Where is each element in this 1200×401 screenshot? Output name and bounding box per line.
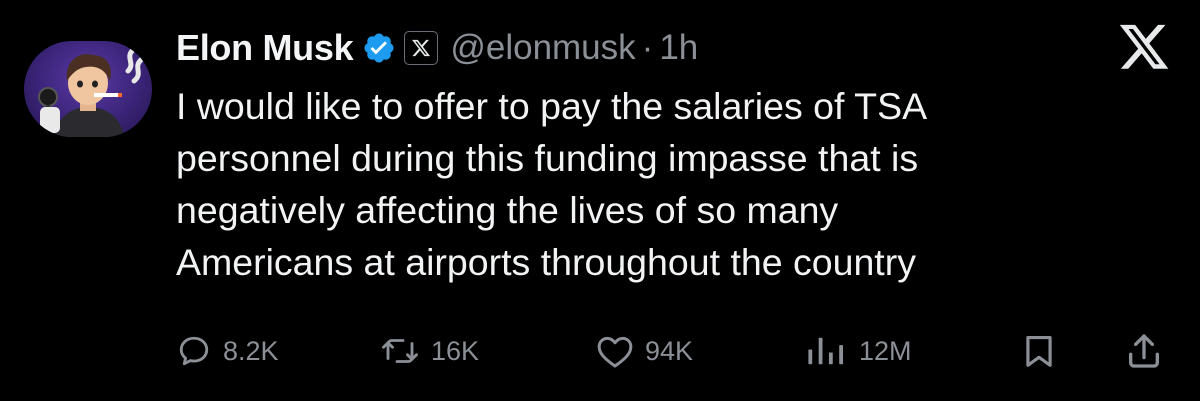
bookmark-button[interactable] [1020, 325, 1058, 377]
like-button[interactable]: 94K [596, 325, 693, 377]
tweet-text-line: negatively affecting the lives of so man… [176, 189, 839, 231]
author-handle[interactable]: @elonmusk [450, 28, 635, 68]
tweet-text-line: personnel during this funding impasse th… [176, 137, 919, 179]
views-count: 12M [859, 335, 912, 366]
heart-icon [597, 336, 633, 368]
separator-dot: · [641, 28, 654, 67]
reply-icon [179, 336, 209, 366]
reply-count: 8.2K [223, 335, 279, 366]
author-name[interactable]: Elon Musk [176, 27, 354, 69]
repost-button[interactable]: 16K [380, 325, 479, 377]
timestamp[interactable]: 1h [659, 28, 698, 68]
share-button[interactable] [1124, 325, 1164, 377]
verified-badge-icon [362, 31, 396, 65]
bookmark-icon [1026, 335, 1052, 367]
tweet-action-bar: 8.2K 16K 94K 12M [0, 325, 1200, 377]
views-icon [808, 337, 844, 365]
reply-button[interactable]: 8.2K [176, 325, 279, 377]
tweet-header: Elon Musk @elonmusk · 1h [176, 22, 698, 74]
x-affiliation-badge-icon [404, 31, 439, 65]
share-icon [1129, 334, 1159, 368]
tweet-text: I would like to offer to pay the salarie… [176, 80, 1136, 288]
like-count: 94K [645, 335, 694, 366]
x-logo-icon [1117, 24, 1171, 74]
avatar[interactable] [24, 41, 152, 137]
avatar-cartoon-icon [38, 46, 145, 137]
tweet-text-line: I would like to offer to pay the salarie… [176, 85, 928, 127]
views-button[interactable]: 12M [804, 325, 912, 377]
repost-icon [382, 339, 418, 363]
repost-count: 16K [431, 335, 480, 366]
tweet-card: Elon Musk @elonmusk · 1h I would like to… [0, 0, 1200, 401]
tweet-text-line: Americans at airports throughout the cou… [176, 241, 916, 283]
